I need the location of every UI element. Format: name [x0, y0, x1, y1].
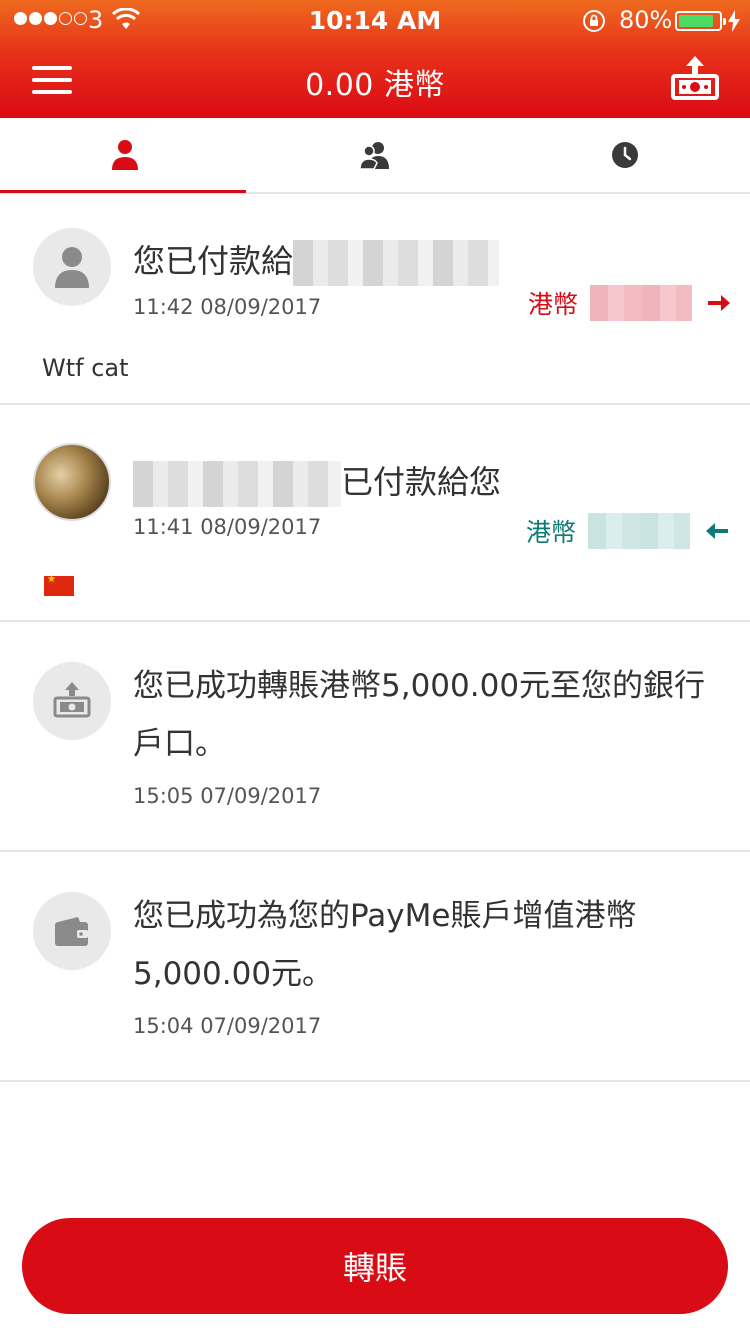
tab-history[interactable] [500, 118, 750, 192]
tab-friends[interactable] [250, 118, 500, 192]
group-icon [360, 142, 389, 170]
arrow-left-icon [706, 523, 729, 539]
avatar [33, 662, 111, 740]
feed-message: 您已成功轉賬港幣5,000.00元至您的銀行戶口。 [133, 668, 706, 762]
avatar [33, 443, 111, 521]
feed-message: 您已成功為您的PayMe賬戶增值港幣5,000.00元。 [133, 898, 637, 992]
battery-percentage: 80% [619, 6, 673, 34]
transfer-button[interactable]: 轉賬 [22, 1218, 728, 1314]
app-header: 3 10:14 AM 80% 0.00 港幣 [0, 0, 750, 118]
account-balance: 0.00 港幣 [305, 68, 445, 103]
feed-item-payment-sent[interactable]: 您已付款給 11:42 08/09/2017 港幣 Wtf cat [0, 194, 750, 405]
payment-note: Wtf cat [42, 354, 129, 382]
arrow-right-icon [708, 295, 731, 311]
feed-timestamp: 11:42 08/09/2017 [133, 295, 322, 319]
china-flag-emoji [44, 574, 74, 596]
nav-bar: 0.00 港幣 [0, 40, 750, 118]
avatar [33, 228, 111, 306]
active-tab-indicator [0, 190, 246, 193]
battery-icon [675, 11, 726, 31]
feed-title: 您已付款給 [133, 236, 500, 286]
wallet-icon [55, 917, 88, 946]
clock-icon [612, 142, 638, 168]
cash-out-icon[interactable] [670, 54, 720, 104]
amount-received: 港幣 [526, 513, 729, 549]
avatar [33, 892, 111, 970]
feed-item-payment-received[interactable]: 已付款給您 11:41 08/09/2017 港幣 [0, 405, 750, 622]
person-icon [112, 140, 138, 170]
feed-item-top-up[interactable]: 您已成功為您的PayMe賬戶增值港幣5,000.00元。 15:04 07/09… [0, 852, 750, 1082]
charging-icon [728, 10, 740, 32]
feed-timestamp: 15:04 07/09/2017 [133, 1014, 322, 1038]
redacted-amount [588, 513, 691, 549]
orientation-lock-icon [583, 10, 605, 32]
amount-sent: 港幣 [528, 285, 731, 321]
feed-title: 已付款給您 [133, 457, 501, 507]
bank-transfer-icon [53, 682, 91, 718]
feed-item-bank-transfer[interactable]: 您已成功轉賬港幣5,000.00元至您的銀行戶口。 15:05 07/09/20… [0, 622, 750, 852]
tab-personal[interactable] [0, 118, 250, 192]
redacted-name [293, 240, 500, 286]
status-bar: 3 10:14 AM 80% [0, 0, 750, 40]
default-person-icon [55, 247, 89, 288]
redacted-amount [590, 285, 693, 321]
redacted-name [133, 461, 341, 507]
tab-bar [0, 118, 750, 194]
feed-timestamp: 15:05 07/09/2017 [133, 784, 322, 808]
feed-timestamp: 11:41 08/09/2017 [133, 515, 322, 539]
